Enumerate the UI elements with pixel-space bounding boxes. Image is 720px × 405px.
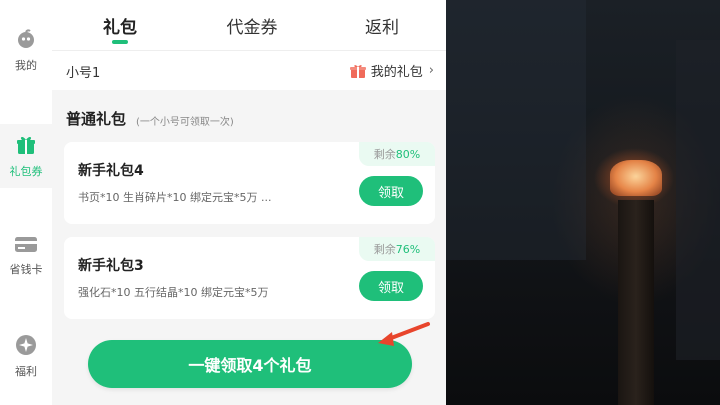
sidebar-item-welfare[interactable]: 福利 xyxy=(0,334,52,379)
my-gifts-link[interactable]: 我的礼包 › xyxy=(349,61,434,80)
gift-panel: 我的 礼包券 省钱卡 福利 礼包 代金券 返利 小号1 我的礼包 › 普通礼包 … xyxy=(0,0,446,405)
tab-vouchers[interactable]: 代金券 xyxy=(212,0,292,50)
tab-label: 礼包 xyxy=(103,17,137,38)
remaining-percent: 80% xyxy=(395,147,421,161)
sidebar-item-label: 福利 xyxy=(15,365,37,378)
remaining-label: 剩余 xyxy=(373,243,396,256)
sidebar-item-savings-card[interactable]: 省钱卡 xyxy=(0,234,52,277)
remaining-label: 剩余 xyxy=(373,148,396,161)
gift-name: 新手礼包3 xyxy=(78,258,144,274)
gift-card: 新手礼包4 书页*10 生肖碎片*10 绑定元宝*5万 ... 剩余 80% 领… xyxy=(64,142,435,224)
sidebar: 我的 礼包券 省钱卡 福利 xyxy=(0,0,52,405)
sidebar-item-gift-coupons[interactable]: 礼包券 xyxy=(0,124,52,188)
sidebar-item-label: 我的 xyxy=(15,59,37,72)
game-pillar xyxy=(618,200,654,405)
annotation-arrow-icon xyxy=(378,322,430,346)
claim-button[interactable]: 领取 xyxy=(359,271,423,301)
section-subtitle: (一个小号可领取一次) xyxy=(136,117,234,128)
remaining-badge: 剩余 76% xyxy=(359,237,435,261)
remaining-badge: 剩余 80% xyxy=(359,142,435,166)
my-gifts-label: 我的礼包 xyxy=(370,65,423,80)
section-title: 普通礼包 xyxy=(66,110,127,128)
remaining-percent: 76% xyxy=(395,242,421,256)
active-tab-indicator xyxy=(112,40,128,44)
claim-button[interactable]: 领取 xyxy=(359,176,423,206)
gift-icon xyxy=(17,136,35,154)
account-row: 小号1 我的礼包 › xyxy=(52,50,446,90)
claim-all-button[interactable]: 一键领取4个礼包 xyxy=(88,340,412,388)
game-lamp xyxy=(610,160,662,196)
game-wall xyxy=(676,40,720,360)
chevron-right-icon: › xyxy=(428,63,434,78)
card-icon xyxy=(15,237,37,252)
tab-gifts[interactable]: 礼包 xyxy=(90,0,150,50)
sidebar-item-label: 省钱卡 xyxy=(9,263,43,276)
sidebar-item-mine[interactable]: 我的 xyxy=(0,28,52,73)
tab-label: 返利 xyxy=(365,17,399,38)
tab-rebates[interactable]: 返利 xyxy=(352,0,412,50)
game-background xyxy=(446,0,720,405)
gift-name: 新手礼包4 xyxy=(78,163,144,179)
gift-box-icon xyxy=(349,64,366,78)
tab-label: 代金券 xyxy=(226,17,278,38)
sparkle-icon xyxy=(16,335,36,355)
fruit-avatar-icon xyxy=(18,29,34,48)
tab-bar: 礼包 代金券 返利 xyxy=(52,0,446,50)
gift-contents: 强化石*10 五行结晶*10 绑定元宝*5万 xyxy=(78,286,269,299)
gift-contents: 书页*10 生肖碎片*10 绑定元宝*5万 ... xyxy=(78,191,272,204)
account-name[interactable]: 小号1 xyxy=(66,62,100,81)
game-wall xyxy=(446,0,586,260)
gift-card: 新手礼包3 强化石*10 五行结晶*10 绑定元宝*5万 剩余 76% 领取 xyxy=(64,237,435,319)
sidebar-item-label: 礼包券 xyxy=(9,165,43,178)
